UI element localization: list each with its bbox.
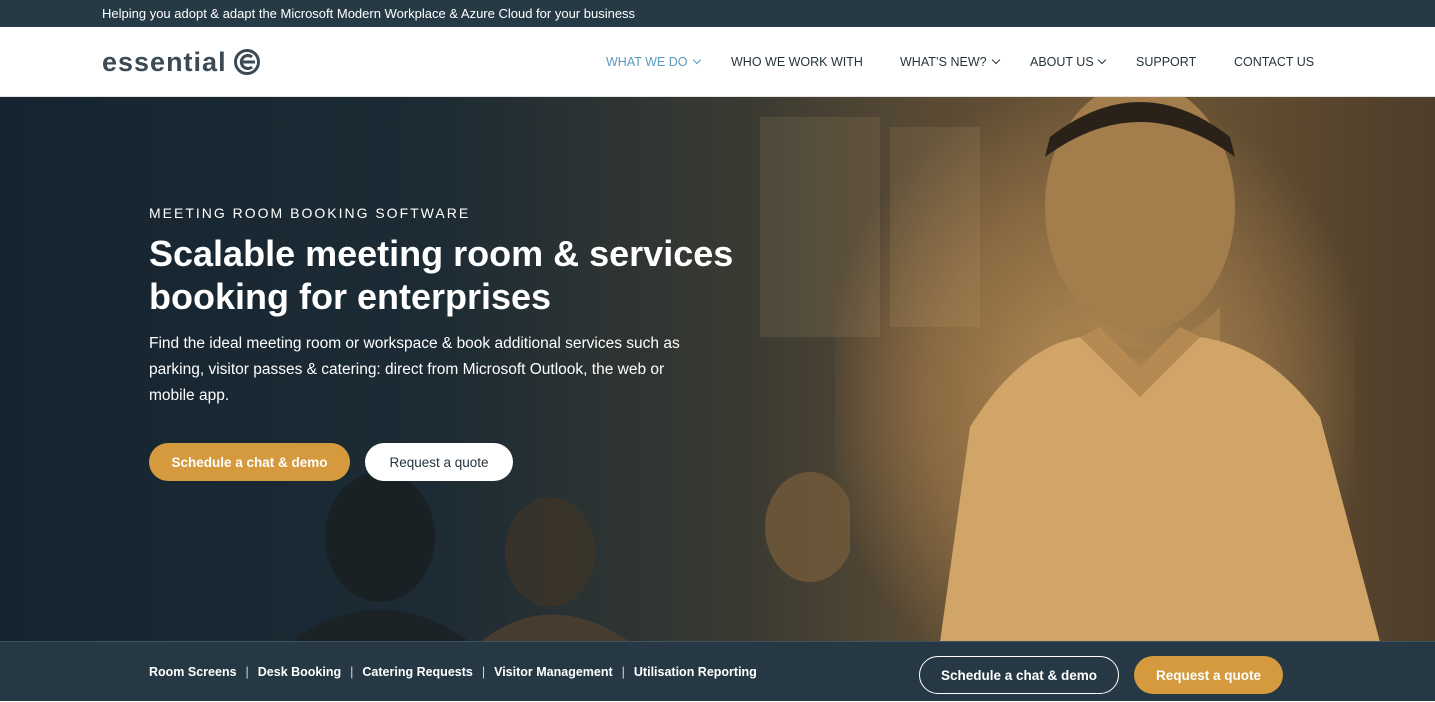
chevron-down-icon[interactable] xyxy=(991,55,1001,65)
nav-label: WHO WE WORK WITH xyxy=(731,55,863,69)
nav-what-we-do[interactable]: WHAT WE DO xyxy=(606,27,687,97)
hero-eyebrow: MEETING ROOM BOOKING SOFTWARE xyxy=(149,205,471,221)
hero-headline: Scalable meeting room & services booking… xyxy=(149,233,734,317)
announcement-bar: Helping you adopt & adapt the Microsoft … xyxy=(0,0,1435,27)
footer-request-quote-button[interactable]: Request a quote xyxy=(1134,656,1283,694)
nav-contact-us[interactable]: CONTACT US xyxy=(1234,27,1314,97)
nav-about-us[interactable]: ABOUT US xyxy=(1030,27,1094,97)
hero-description: Find the ideal meeting room or workspace… xyxy=(149,335,680,404)
footer-schedule-demo-button[interactable]: Schedule a chat & demo xyxy=(919,656,1119,694)
schedule-demo-button[interactable]: Schedule a chat & demo xyxy=(149,443,350,481)
logo-mark-icon xyxy=(233,49,260,75)
nav-label: ABOUT US xyxy=(1030,55,1094,69)
link-separator: | xyxy=(245,665,249,679)
nav-label: SUPPORT xyxy=(1136,55,1197,69)
chevron-down-icon[interactable] xyxy=(1097,55,1107,65)
nav-support[interactable]: SUPPORT xyxy=(1136,27,1196,97)
hero-section: MEETING ROOM BOOKING SOFTWARE Scalable m… xyxy=(0,97,1435,642)
background-people xyxy=(290,472,850,642)
link-visitor-management[interactable]: Visitor Management xyxy=(494,665,613,679)
person-photo xyxy=(940,97,1380,642)
link-utilisation-reporting[interactable]: Utilisation Reporting xyxy=(634,665,757,679)
nav-label: WHAT’S NEW? xyxy=(900,55,987,69)
sticky-footer-bar: Room Screens | Desk Booking | Catering R… xyxy=(0,641,1435,701)
announcement-text: Helping you adopt & adapt the Microsoft … xyxy=(102,6,636,21)
feature-links: Room Screens | Desk Booking | Catering R… xyxy=(149,642,757,702)
link-separator: | xyxy=(621,665,625,679)
logo-wordmark: essential xyxy=(102,46,227,77)
link-catering-requests[interactable]: Catering Requests xyxy=(362,665,472,679)
nav-label: CONTACT US xyxy=(1234,55,1315,69)
request-quote-button[interactable]: Request a quote xyxy=(365,443,513,481)
chevron-down-icon[interactable] xyxy=(692,55,702,65)
nav-label: WHAT WE DO xyxy=(606,55,688,69)
link-separator: | xyxy=(481,665,486,679)
nav-whats-new[interactable]: WHAT’S NEW? xyxy=(900,27,987,97)
link-room-screens[interactable]: Room Screens xyxy=(149,665,237,679)
essential-logo[interactable]: essential xyxy=(102,47,261,77)
link-separator: | xyxy=(350,665,354,679)
nav-who-we-work-with[interactable]: WHO WE WORK WITH xyxy=(731,27,863,97)
site-header: essential WHAT WE DO WHO WE WORK WITH WH… xyxy=(0,27,1435,97)
link-desk-booking[interactable]: Desk Booking xyxy=(258,665,341,679)
